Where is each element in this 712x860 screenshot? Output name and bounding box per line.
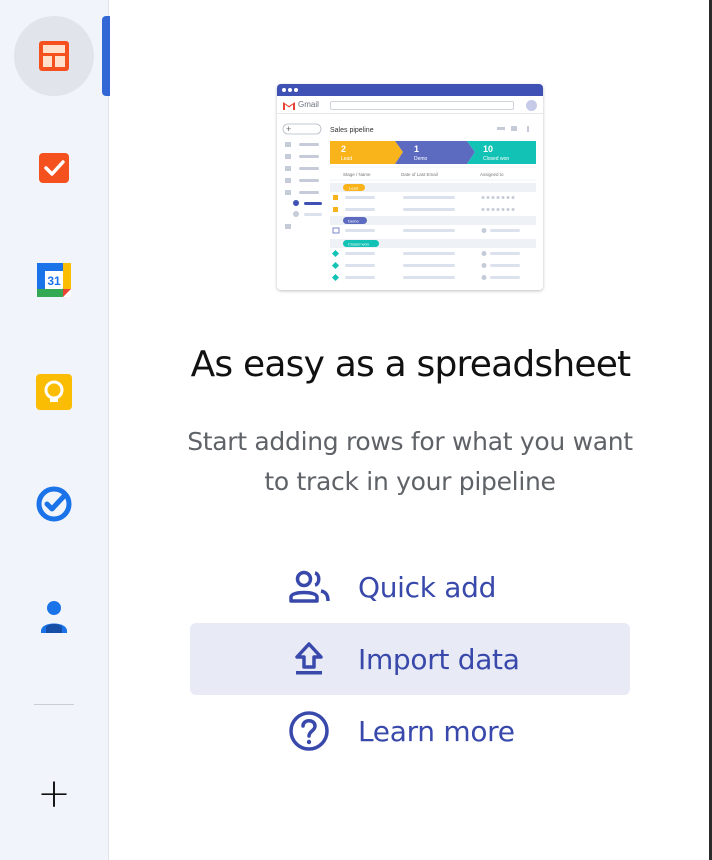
tasks-check-icon[interactable]	[14, 128, 94, 208]
gmail-search	[330, 101, 514, 110]
svg-text:Lead: Lead	[349, 186, 358, 191]
calendar-icon[interactable]: 31	[14, 240, 94, 320]
empty-state-subtitle: Start adding rows for what you want to t…	[160, 422, 660, 502]
import-data-button[interactable]: Import data	[190, 623, 630, 695]
svg-text:Date of Last Email: Date of Last Email	[401, 172, 438, 177]
gmail-name: Gmail	[298, 100, 319, 109]
illustration-gmail-bar: Gmail	[277, 98, 543, 114]
quick-add-button[interactable]: Quick add	[190, 551, 630, 623]
illustration-body: + Sales pipeline 2 Lead 1 Demo 10 Closed…	[282, 123, 536, 282]
svg-text:Assigned to: Assigned to	[480, 172, 504, 177]
upload-icon	[288, 638, 330, 680]
svg-text:Closed won: Closed won	[483, 156, 509, 162]
help-circle-icon	[288, 710, 330, 752]
learn-more-button[interactable]: Learn more	[190, 695, 630, 767]
svg-text:Demo: Demo	[348, 219, 359, 224]
svg-text:1: 1	[414, 144, 419, 154]
rail-divider	[34, 704, 74, 705]
import-data-label: Import data	[358, 642, 520, 676]
gmail-logo-icon	[283, 102, 295, 110]
svg-text:Lead: Lead	[341, 156, 352, 162]
add-symbol: +	[37, 771, 71, 817]
svg-text:+: +	[286, 124, 291, 134]
keep-bulb-icon[interactable]	[14, 352, 94, 432]
learn-more-label: Learn more	[358, 714, 515, 748]
illustration-titlebar	[277, 84, 543, 96]
layout-icon[interactable]	[14, 16, 94, 96]
active-indicator	[102, 16, 110, 96]
side-rail: 31 +	[0, 0, 110, 860]
pipeline-illustration: Gmail + Sales pipeline 2 Lead 1 Demo 10 …	[277, 84, 543, 290]
gmail-avatar	[526, 100, 537, 111]
contacts-icon[interactable]	[14, 576, 94, 656]
add-icon[interactable]: +	[14, 754, 94, 834]
svg-text:Stage / Name: Stage / Name	[343, 172, 371, 177]
empty-state-title: As easy as a spreadsheet	[190, 344, 632, 385]
svg-text:10: 10	[483, 144, 493, 154]
subtitle-line-2: to track in your pipeline	[264, 467, 556, 496]
svg-text:2: 2	[341, 144, 346, 154]
svg-text:Closed won: Closed won	[348, 242, 369, 247]
people-icon	[288, 566, 330, 608]
svg-text:Demo: Demo	[414, 156, 428, 162]
calendar-day: 31	[47, 274, 61, 288]
subtitle-line-1: Start adding rows for what you want	[187, 427, 633, 456]
tasks-icon[interactable]	[14, 464, 94, 544]
sheet-title: Sales pipeline	[330, 127, 374, 134]
quick-add-label: Quick add	[358, 570, 497, 604]
